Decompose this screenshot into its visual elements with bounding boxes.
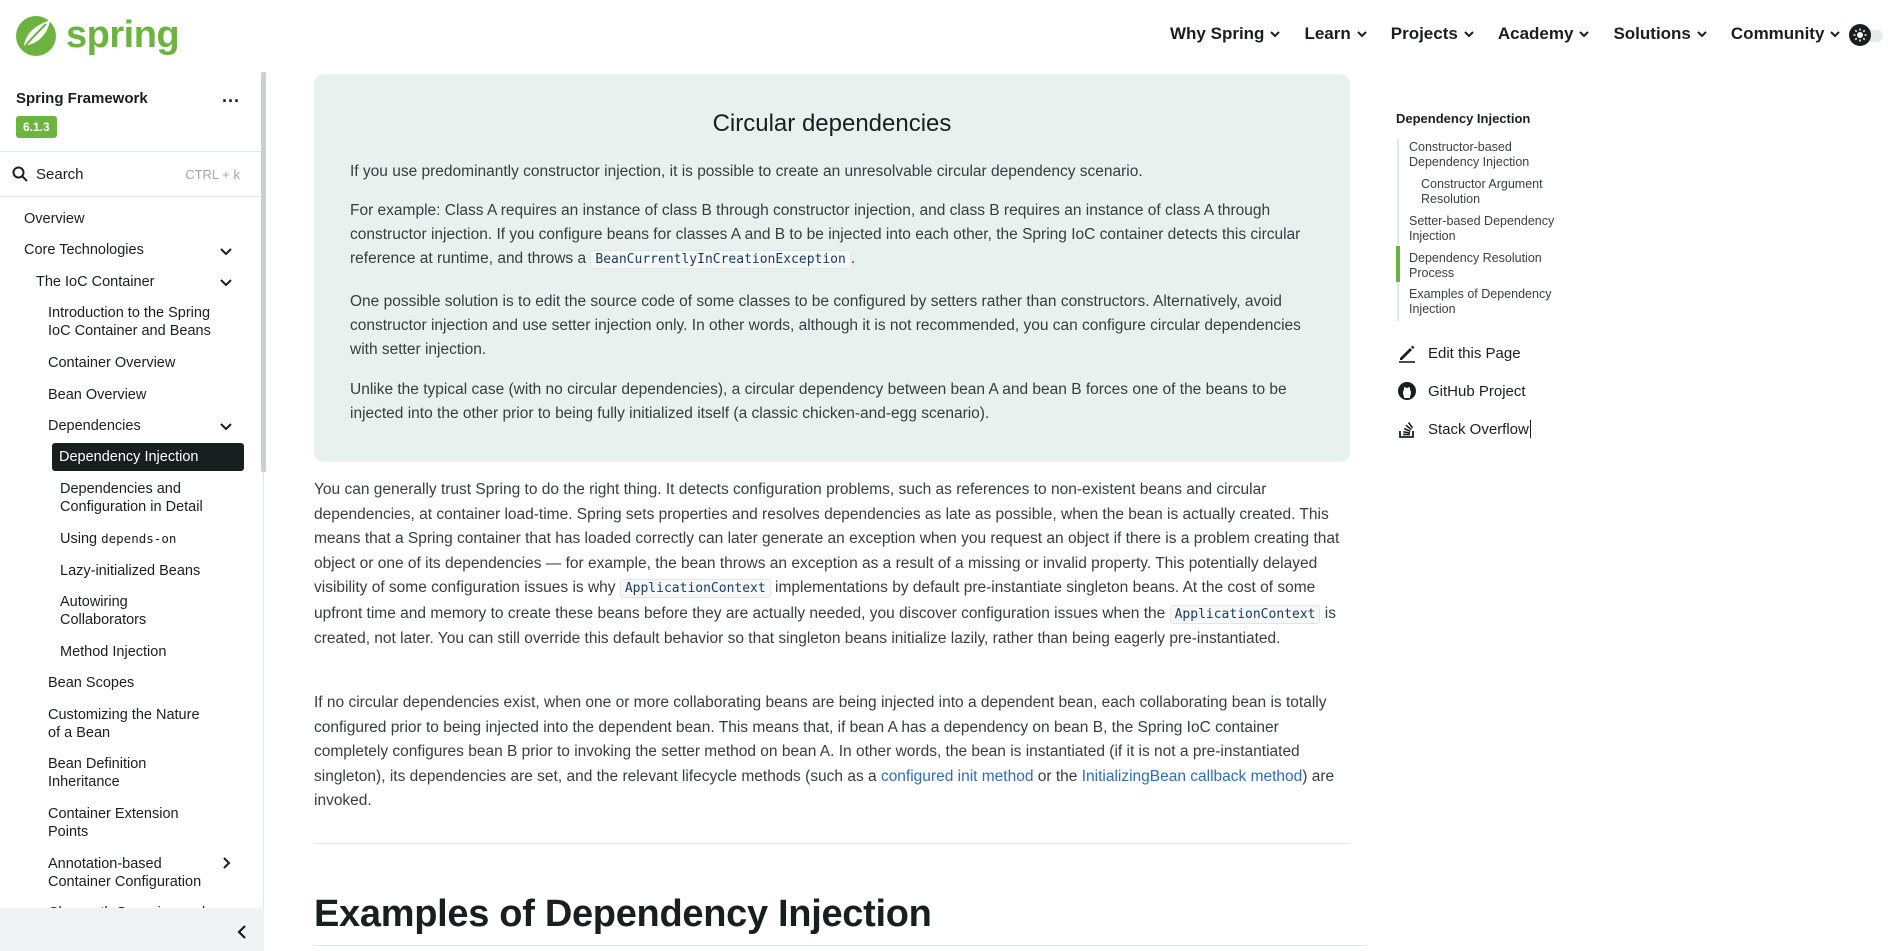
toggle-knob	[1849, 24, 1871, 46]
callout-paragraph: For example: Class A requires an instanc…	[350, 199, 1316, 272]
action-label: Stack Overflow	[1428, 420, 1529, 438]
toc-item-examples[interactable]: Examples of Dependency Injection	[1409, 287, 1559, 316]
sidebar-item-dependency-injection[interactable]: Dependency Injection	[52, 443, 244, 471]
action-label: GitHub Project	[1428, 382, 1526, 400]
toc-title: Dependency Injection	[1396, 111, 1531, 126]
sidebar-item-dependencies-config[interactable]: Dependencies and Configuration in Detail	[60, 480, 230, 516]
nav-label: Academy	[1497, 24, 1574, 43]
link-configured-init-method[interactable]: configured init method	[881, 768, 1034, 785]
nav-label: Why Spring	[1170, 24, 1265, 43]
chevron-down-icon	[1697, 31, 1707, 38]
chevron-down-icon[interactable]	[219, 275, 233, 289]
edit-page-link[interactable]: Edit this Page	[1396, 342, 1521, 364]
chevron-down-icon	[1579, 31, 1590, 38]
chevron-right-icon[interactable]	[219, 856, 233, 870]
nav-label: Community	[1730, 24, 1825, 43]
project-title[interactable]: Spring Framework	[16, 90, 148, 107]
text: .	[850, 250, 856, 267]
nav-why-spring[interactable]: Why Spring	[1170, 24, 1281, 44]
search-shortcut: CTRL + k	[185, 166, 240, 182]
spring-leaf-icon	[16, 16, 56, 56]
version-badge[interactable]: 6.1.3	[16, 116, 57, 138]
sidebar-item-customizing-bean[interactable]: Customizing the Nature of a Bean	[48, 706, 208, 742]
chevron-down-icon	[1830, 31, 1841, 38]
toc-active-indicator	[1396, 246, 1400, 282]
chevron-down-icon	[1270, 31, 1281, 38]
theme-toggle[interactable]	[1849, 24, 1885, 46]
nav-projects[interactable]: Projects	[1391, 24, 1475, 44]
nav-community[interactable]: Community	[1731, 24, 1842, 44]
toc-track	[1397, 139, 1399, 321]
callout-title: Circular dependencies	[712, 110, 952, 137]
section-divider	[314, 843, 1350, 844]
toc-item-dependency-resolution[interactable]: Dependency Resolution Process	[1409, 251, 1549, 280]
sidebar-item-using-depends-on[interactable]: Using depends-on	[60, 530, 176, 548]
sidebar-item-bean-definition-inheritance[interactable]: Bean Definition Inheritance	[48, 755, 198, 791]
sidebar-item-method-injection[interactable]: Method Injection	[60, 643, 166, 661]
spring-logo[interactable]: spring	[14, 12, 180, 58]
github-project-link[interactable]: GitHub Project	[1396, 380, 1526, 402]
toc-item-constructor-based[interactable]: Constructor-based Dependency Injection	[1409, 140, 1539, 169]
chevron-down-icon	[1464, 31, 1474, 38]
stack-overflow-link[interactable]: Stack Overflow	[1396, 418, 1531, 440]
chevron-down-icon[interactable]	[219, 244, 233, 258]
sidebar-item-bean-overview[interactable]: Bean Overview	[48, 386, 146, 404]
top-navigation: Why Spring Learn Projects Academy Soluti…	[1170, 24, 1864, 44]
heading-underline	[314, 945, 1366, 946]
chevron-down-icon[interactable]	[219, 419, 233, 433]
toc-item-constructor-argument[interactable]: Constructor Argument Resolution	[1421, 177, 1551, 206]
code-bean-currently-in-creation: BeanCurrentlyInCreationException	[590, 250, 851, 269]
sidebar-item-ioc-container[interactable]: The IoC Container	[36, 273, 154, 291]
sidebar-item-lazy-beans[interactable]: Lazy-initialized Beans	[60, 562, 200, 580]
pencil-icon	[1396, 342, 1418, 364]
sidebar-item-introduction[interactable]: Introduction to the Spring IoC Container…	[48, 304, 228, 340]
sidebar-footer	[0, 908, 264, 951]
nav-label: Learn	[1304, 24, 1351, 43]
link-initializing-bean-callback[interactable]: InitializingBean callback method	[1082, 768, 1303, 785]
circular-dependencies-callout: Circular dependencies If you use predomi…	[314, 74, 1350, 462]
section-heading: Examples of Dependency Injection	[314, 893, 932, 935]
site-header: spring Why Spring Learn Projects Academy…	[0, 0, 1903, 72]
search-placeholder: Search	[36, 165, 84, 183]
divider	[0, 151, 264, 152]
nav-learn[interactable]: Learn	[1304, 24, 1367, 44]
sidebar-item-bean-scopes[interactable]: Bean Scopes	[48, 674, 134, 692]
sidebar-item-container-overview[interactable]: Container Overview	[48, 354, 175, 372]
docs-sidebar: Spring Framework ... 6.1.3 Search CTRL +…	[0, 72, 264, 951]
search-icon	[12, 166, 28, 182]
chevron-down-icon	[1357, 31, 1367, 38]
item-code: depends-on	[101, 531, 177, 546]
collapse-sidebar-icon[interactable]	[232, 922, 252, 942]
nav-label: Projects	[1390, 24, 1458, 43]
logo-text: spring	[66, 14, 180, 56]
callout-paragraph: Unlike the typical case (with no circula…	[350, 381, 1287, 422]
sidebar-scrollbar[interactable]	[261, 72, 266, 472]
code-application-context: ApplicationContext	[1169, 604, 1321, 624]
sidebar-item-core-technologies[interactable]: Core Technologies	[24, 241, 144, 259]
sun-icon	[1853, 28, 1867, 42]
sidebar-item-autowiring[interactable]: Autowiring Collaborators	[60, 593, 170, 629]
toc-item-setter-based[interactable]: Setter-based Dependency Injection	[1409, 214, 1569, 243]
code-application-context: ApplicationContext	[619, 579, 771, 598]
body-paragraph: You can generally trust Spring to do the…	[314, 478, 1350, 652]
callout-paragraph: If you use predominantly constructor inj…	[350, 163, 1143, 180]
more-options-button[interactable]: ...	[222, 87, 240, 105]
nav-academy[interactable]: Academy	[1498, 24, 1591, 44]
sidebar-item-dependencies[interactable]: Dependencies	[48, 417, 141, 435]
body-paragraph: If no circular dependencies exist, when …	[314, 691, 1350, 814]
divider	[0, 196, 264, 197]
sidebar-item-container-extension[interactable]: Container Extension Points	[48, 805, 198, 841]
text-cursor	[1529, 420, 1531, 438]
nav-label: Solutions	[1613, 24, 1691, 43]
github-icon	[1396, 380, 1418, 402]
search-input[interactable]: Search CTRL + k	[12, 160, 252, 188]
sidebar-item-overview[interactable]: Overview	[24, 210, 84, 228]
text: or the	[1033, 767, 1082, 785]
item-label: Using	[60, 531, 102, 547]
sidebar-item-annotation-config[interactable]: Annotation-based Container Configuration	[48, 855, 218, 891]
stack-overflow-icon	[1396, 418, 1418, 440]
action-label: Edit this Page	[1428, 344, 1521, 362]
nav-solutions[interactable]: Solutions	[1613, 24, 1707, 44]
callout-paragraph: One possible solution is to edit the sou…	[350, 293, 1301, 358]
